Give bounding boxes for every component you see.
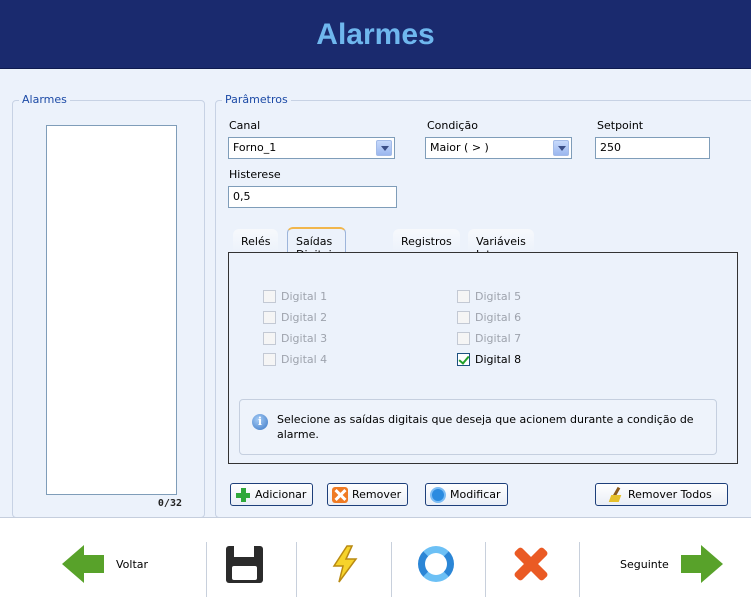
next-button[interactable]: Seguinte xyxy=(620,534,723,594)
add-button-label: Adicionar xyxy=(255,488,307,501)
arrow-left-icon xyxy=(62,545,84,583)
checkbox-box[interactable] xyxy=(263,352,276,366)
checkbox-box[interactable] xyxy=(263,310,276,324)
chevron-down-icon[interactable] xyxy=(376,140,392,156)
checkbox-box[interactable] xyxy=(263,331,276,345)
refresh-button[interactable] xyxy=(418,534,454,594)
canal-label: Canal xyxy=(229,119,261,132)
checkbox-digital-2[interactable]: Digital 2 xyxy=(263,309,327,325)
histerese-label: Histerese xyxy=(229,168,281,181)
header-bar: Alarmes xyxy=(0,0,751,69)
modify-button-label: Modificar xyxy=(450,488,501,501)
checkbox-box[interactable] xyxy=(457,352,470,366)
tab-registros[interactable]: Registros xyxy=(393,229,460,252)
divider xyxy=(485,542,486,597)
condicao-label: Condição xyxy=(427,119,478,132)
checkbox-label: Digital 8 xyxy=(475,352,522,366)
alarms-group: Alarmes 0/32 xyxy=(12,93,205,518)
info-text: Selecione as saídas digitais que deseja … xyxy=(277,413,694,441)
info-box: i Selecione as saídas digitais que desej… xyxy=(239,399,717,455)
checkbox-digital-8[interactable]: Digital 8 xyxy=(457,351,521,367)
divider xyxy=(391,542,392,597)
save-icon xyxy=(226,545,263,583)
checkbox-box[interactable] xyxy=(263,289,276,303)
checkbox-digital-3[interactable]: Digital 3 xyxy=(263,330,327,346)
histerese-input[interactable]: 0,5 xyxy=(228,186,397,208)
divider xyxy=(296,542,297,597)
checkbox-digital-1[interactable]: Digital 1 xyxy=(263,288,327,304)
refresh-icon xyxy=(430,486,446,503)
canal-value: Forno_1 xyxy=(233,141,277,154)
setpoint-input[interactable]: 250 xyxy=(595,137,710,159)
add-button[interactable]: Adicionar xyxy=(230,483,314,506)
checkbox-box[interactable] xyxy=(457,310,470,324)
parameters-legend: Parâmetros xyxy=(222,93,291,107)
back-button-label: Voltar xyxy=(116,557,149,571)
divider xyxy=(579,542,580,597)
checkbox-digital-6[interactable]: Digital 6 xyxy=(457,309,521,325)
remove-all-button[interactable]: Remover Todos xyxy=(595,483,728,506)
checkbox-label: Digital 4 xyxy=(281,352,328,366)
condicao-value: Maior ( > ) xyxy=(430,141,489,154)
divider xyxy=(206,542,207,597)
tab-saidas-digitais[interactable]: Saídas Digitais xyxy=(287,227,347,261)
alarms-list[interactable] xyxy=(46,125,177,495)
refresh-icon xyxy=(418,546,454,582)
checkbox-label: Digital 1 xyxy=(281,289,328,303)
footer-bar: Voltar Seguinte xyxy=(0,517,751,597)
apply-button[interactable] xyxy=(330,534,360,594)
tab-variaveis-internas[interactable]: Variáveis Internas xyxy=(468,229,534,261)
arrow-right-icon xyxy=(700,545,723,583)
alarms-count: 0/32 xyxy=(157,498,182,509)
alarms-legend: Alarmes xyxy=(19,93,70,107)
setpoint-label: Setpoint xyxy=(597,119,644,132)
checkbox-label: Digital 2 xyxy=(281,310,328,324)
remove-all-button-label: Remover Todos xyxy=(628,488,712,501)
arrow-right-icon-body xyxy=(680,555,701,573)
back-button[interactable]: Voltar xyxy=(62,534,148,594)
info-icon: i xyxy=(252,414,268,430)
tab-reles[interactable]: Relés xyxy=(233,229,279,252)
checkbox-digital-5[interactable]: Digital 5 xyxy=(457,288,521,304)
lightning-icon xyxy=(332,545,358,583)
plus-icon xyxy=(235,487,251,503)
close-icon xyxy=(332,486,348,503)
modify-button[interactable]: Modificar xyxy=(425,483,508,506)
broom-icon xyxy=(608,487,624,503)
page-title: Alarmes xyxy=(316,18,435,51)
next-button-label: Seguinte xyxy=(620,557,669,571)
remove-button-label: Remover xyxy=(352,488,402,501)
condicao-select[interactable]: Maior ( > ) xyxy=(425,137,572,159)
checkbox-label: Digital 7 xyxy=(475,331,522,345)
checkbox-label: Digital 5 xyxy=(475,289,522,303)
arrow-left-icon-body xyxy=(84,555,104,573)
cancel-button[interactable] xyxy=(513,534,549,594)
checkbox-box[interactable] xyxy=(457,289,470,303)
checkbox-digital-7[interactable]: Digital 7 xyxy=(457,330,521,346)
chevron-down-icon[interactable] xyxy=(553,140,569,156)
checkbox-label: Digital 6 xyxy=(475,310,522,324)
checkbox-digital-4[interactable]: Digital 4 xyxy=(263,351,327,367)
remove-button[interactable]: Remover xyxy=(327,483,409,506)
checkbox-box[interactable] xyxy=(457,331,470,345)
close-icon xyxy=(513,546,549,582)
save-button[interactable] xyxy=(226,534,263,594)
checkbox-label: Digital 3 xyxy=(281,331,328,345)
canal-select[interactable]: Forno_1 xyxy=(228,137,395,159)
